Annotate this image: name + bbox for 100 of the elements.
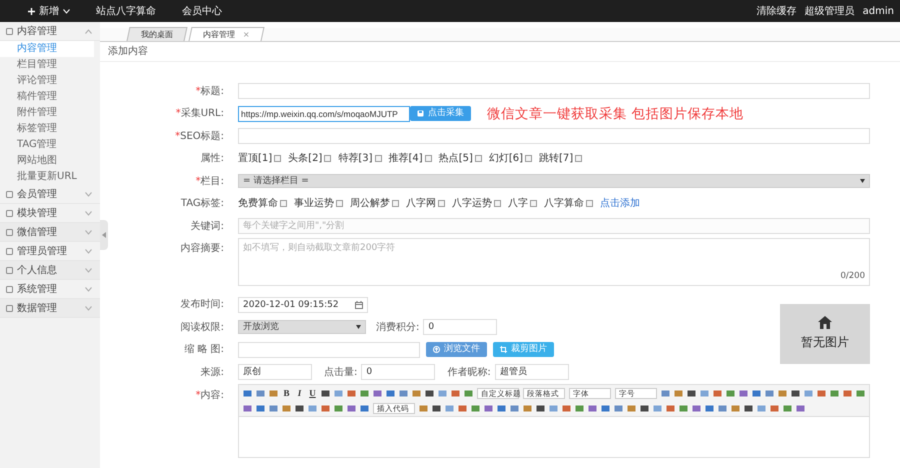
format-button[interactable]: I [295,386,304,400]
breadcrumb-text: 添加内容 [100,42,900,62]
field-label: *内容: [194,388,225,402]
checkbox-label: 免费算命 [238,196,278,212]
sidebar-item[interactable]: 评论管理 [0,73,100,89]
chevron-down-icon [85,268,92,272]
checkbox[interactable] [274,155,282,162]
plus-icon [28,8,35,14]
checkbox[interactable] [530,200,537,208]
sidebar-item[interactable]: TAG管理 [0,137,100,153]
sidebar-item[interactable]: 网站地图 [0,153,100,169]
crop-icon [500,346,507,354]
add-menu[interactable]: 新增 [28,4,70,18]
author-input[interactable]: 超管员 [494,364,569,380]
chevron-down-icon [85,210,92,216]
menu-group-icon [6,210,13,216]
sidebar-group[interactable]: 微信管理 [0,223,100,242]
tab[interactable]: 内容管理 × [188,27,264,41]
sidebar-group[interactable]: 会员管理 [0,185,100,204]
chevron-down-icon [85,286,92,292]
checkbox-label: 八字 [508,196,528,212]
text-input[interactable] [238,83,870,100]
sidebar-item[interactable]: 批量更新URL [0,169,100,185]
sidebar-item[interactable]: 标签管理 [0,121,100,137]
url-input[interactable]: https://mp.weixin.qq.com/s/moqaoMJUTP [238,106,410,122]
menu-group-icon [6,248,13,254]
field-label: 作者昵称: [447,366,491,380]
placeholder-text: 暂无图片 [801,334,849,351]
sidebar-item[interactable]: 栏目管理 [0,57,100,73]
format-button[interactable]: B [282,386,291,400]
home-icon [818,316,832,329]
category-select[interactable]: = 请选择栏目 = [238,174,870,188]
menu-group-icon [6,266,13,274]
promo-text: 微信文章一键获取采集 包括图片保存本地 [487,104,744,124]
checkbox-label: 八字网 [406,196,436,212]
sidebar-item[interactable]: 附件管理 [0,105,100,121]
checkbox[interactable] [336,200,343,208]
format-button[interactable]: U [308,386,317,400]
chevron-down-icon [85,248,92,254]
arrow-left-icon [102,232,106,238]
field-label: *标题: [194,84,225,99]
checkbox[interactable] [438,200,445,208]
chevron-down-icon [85,230,92,234]
checkbox[interactable] [424,155,432,162]
sidebar-item[interactable]: 稿件管理 [0,89,100,105]
top-menu-link[interactable]: 会员中心 [182,4,222,18]
text-input[interactable] [238,128,870,144]
calendar-icon [355,300,363,309]
field-label: 来源: [200,366,225,380]
field-label: *采集URL: [174,106,225,122]
collapse-handle[interactable] [100,220,108,250]
dropdown-arrow-icon [356,325,361,330]
checkbox[interactable] [324,155,332,162]
checkbox[interactable] [280,200,287,208]
field-label: 属性: [200,152,225,166]
field-label: 消费积分: [376,320,420,335]
add-tag-link[interactable]: 点击添加 [600,196,640,212]
field-label: *SEO标题: [174,130,225,144]
menu-group-icon [6,28,13,34]
chevron-down-icon [63,8,70,14]
permission-select[interactable]: 开放浏览 [238,320,366,334]
checkbox-label: 事业运势 [294,196,334,212]
tab[interactable]: 我的桌面 [126,27,188,41]
checkbox-label: 置顶[1] [238,152,272,166]
points-input[interactable]: 0 [423,319,498,336]
checkbox-label: 八字运势 [452,196,492,212]
summary-textarea[interactable]: 如不填写，则自动截取文章前200字符 0/200 [238,238,870,286]
checkbox-label: 八字算命 [544,196,584,212]
checkbox[interactable] [575,155,582,162]
menu-group-icon [6,304,13,312]
top-right-link[interactable]: admin [862,4,894,18]
checkbox[interactable] [494,200,501,208]
top-menu-link[interactable]: 站点八字算命 [96,4,156,18]
top-right-link[interactable]: 清除缓存 [756,4,797,18]
menu-group-icon [6,286,13,292]
sidebar-item[interactable]: 内容管理 [0,41,94,57]
top-right-link[interactable]: 超级管理员 [804,4,855,18]
dropdown-arrow-icon [860,179,865,184]
char-counter: 0/200 [840,270,865,282]
checkbox-label: 周公解梦 [350,196,390,212]
checkbox[interactable] [474,155,482,162]
source-input[interactable]: 原创 [238,364,312,380]
checkbox[interactable] [374,155,382,162]
field-label: 阅读权限: [180,320,225,335]
datetime-input[interactable]: 2020-12-01 09:15:52 [238,296,368,313]
checkbox[interactable] [586,200,593,208]
sidebar-group[interactable]: 个人信息 [0,261,100,280]
thumbnail-input[interactable] [238,342,420,358]
checkbox-label: 幻灯[6] [488,152,524,166]
field-label: 内容摘要: [180,242,225,256]
field-label: 关键词: [190,220,225,234]
sidebar-group[interactable]: 数据管理 [0,299,100,318]
hits-input[interactable]: 0 [361,364,436,380]
save-icon [417,110,424,118]
checkbox[interactable] [392,200,399,208]
field-label: 缩 略 图: [183,342,225,358]
chevron-down-icon [85,192,92,196]
checkbox-label: 推荐[4] [388,152,423,166]
checkbox[interactable] [525,155,532,162]
menu-group-icon [6,228,13,236]
